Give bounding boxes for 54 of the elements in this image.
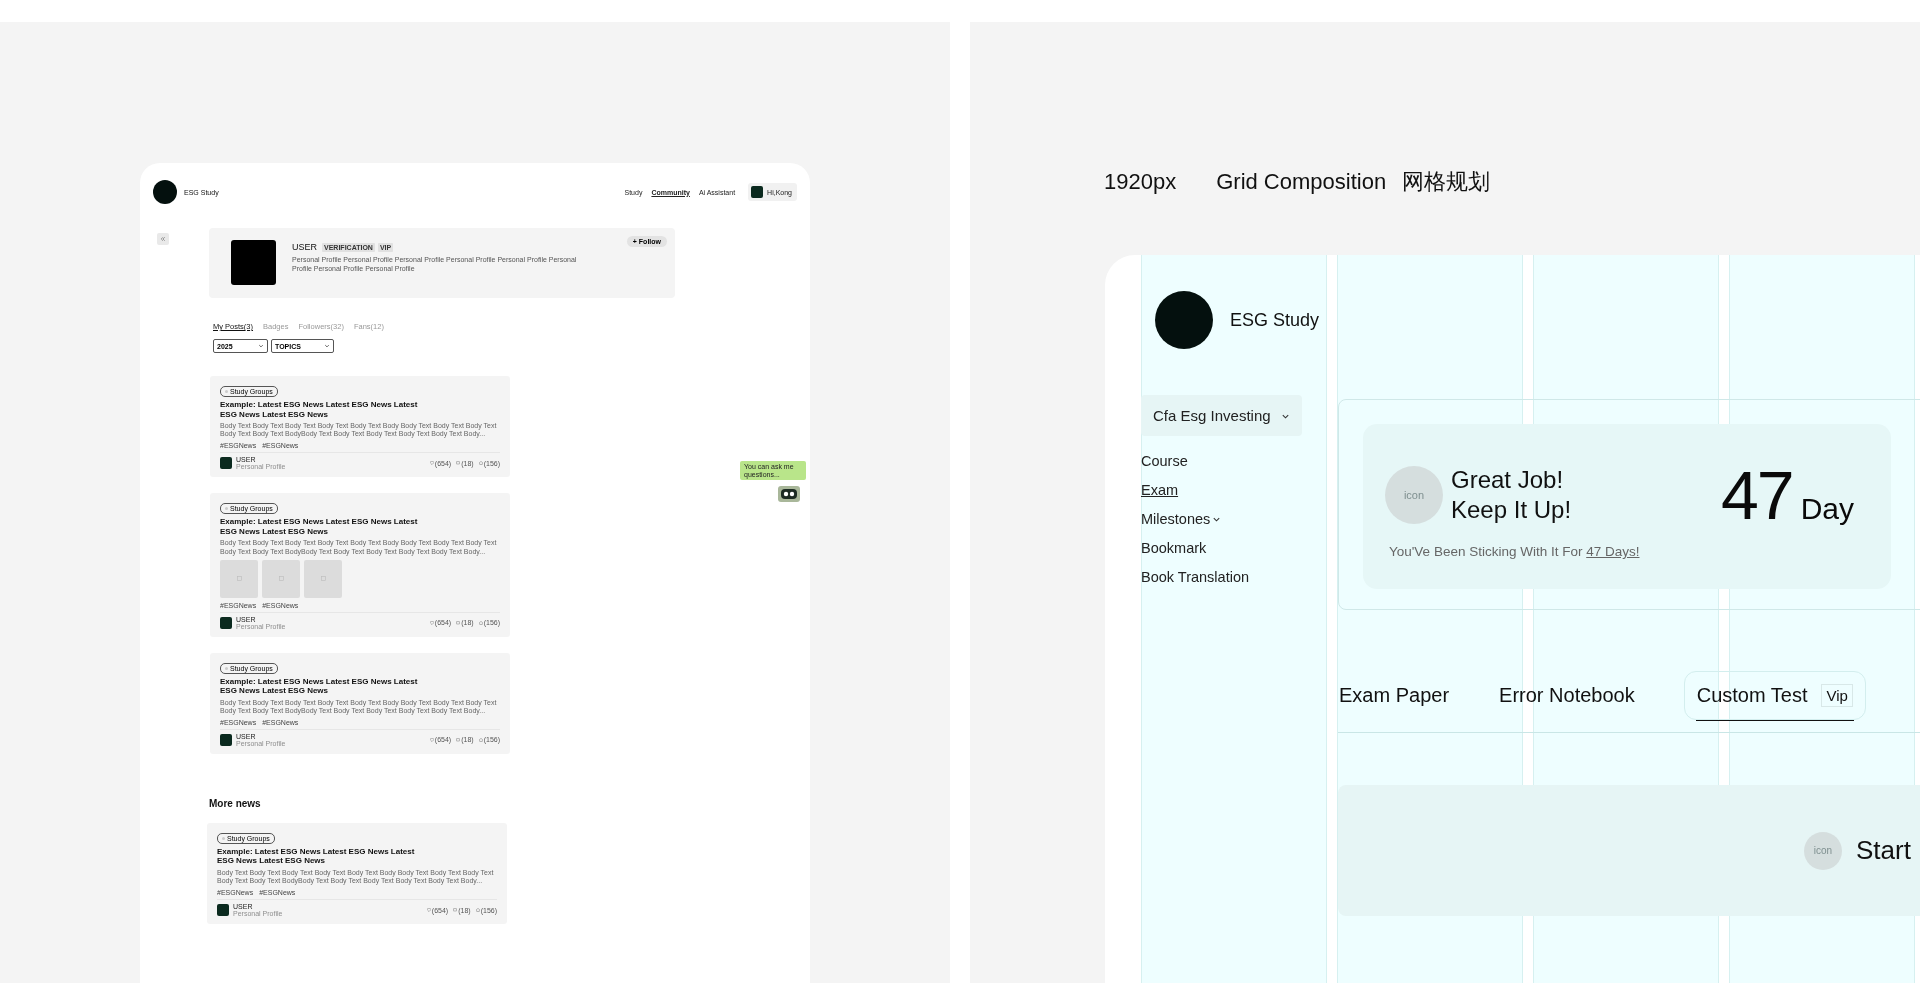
- chevron-icon: [1281, 412, 1290, 421]
- double-chevron-icon: [160, 236, 166, 242]
- author-avatar: [217, 904, 229, 917]
- menu-item[interactable]: Course: [1141, 453, 1327, 469]
- pentagon-icon: [478, 461, 483, 466]
- icon-label: icon: [1813, 845, 1833, 856]
- pentagon-icon: [475, 908, 480, 913]
- streak-title: Great Job! Keep It Up!: [1451, 465, 1573, 525]
- image-placeholder: [304, 559, 342, 598]
- menu-item[interactable]: Exam: [1141, 482, 1327, 498]
- chevron-icon: [258, 343, 264, 349]
- exam-tab[interactable]: Error Notebook: [1498, 671, 1636, 720]
- chevron-icon: [324, 343, 330, 349]
- icon-label: icon: [1403, 489, 1425, 501]
- brand-name: ESG Study: [1230, 309, 1320, 331]
- canvas-heading: 网格规划: [1402, 168, 1491, 196]
- menu-item[interactable]: Bookmark: [1141, 540, 1327, 556]
- heart-icon: [429, 461, 434, 466]
- canvas-heading: Grid Composition: [1216, 169, 1387, 195]
- author-avatar: [220, 457, 232, 470]
- streak-count: 47: [1721, 456, 1793, 534]
- comment-icon: [456, 461, 461, 466]
- start-label[interactable]: Start: [1856, 835, 1911, 866]
- heart-icon: [429, 737, 434, 742]
- profile-avatar: [231, 240, 276, 285]
- author-avatar: [220, 616, 232, 629]
- user-name: USER: [292, 242, 317, 252]
- streak-link[interactable]: 47 Days!: [1586, 544, 1640, 559]
- robot-icon[interactable]: [778, 486, 800, 502]
- streak-message: You'Ve Been Sticking With It For 47 Days!: [1389, 544, 1641, 559]
- exam-tab[interactable]: Exam Paper: [1338, 671, 1451, 720]
- post-title: Example: Latest ESG News Latest ESG News Latest ESG News Latest ESG News: [220, 400, 419, 420]
- heart-icon: [429, 620, 434, 625]
- comment-icon: [456, 737, 461, 742]
- pentagon-icon: [478, 737, 483, 742]
- course-dropdown[interactable]: Cfa Esg Investing: [1141, 395, 1302, 436]
- post-title: Example: Latest ESG News Latest ESG News Latest ESG News Latest ESG News: [217, 846, 416, 867]
- menu-item[interactable]: Book Translation: [1141, 569, 1327, 585]
- pentagon-icon: [478, 620, 483, 625]
- exam-tab[interactable]: Custom Test Vip: [1683, 671, 1866, 720]
- image-placeholder: [262, 559, 300, 598]
- vip-badge: Vip: [1821, 684, 1853, 707]
- image-placeholder: [220, 559, 258, 598]
- logo: [153, 180, 177, 204]
- streak-unit: Day: [1800, 492, 1854, 526]
- author-avatar: [220, 733, 232, 746]
- menu-item[interactable]: Milestones: [1141, 511, 1327, 527]
- post-title: Example: Latest ESG News Latest ESG News Latest ESG News Latest ESG News: [220, 517, 419, 537]
- heart-icon: [426, 908, 431, 913]
- comment-icon: [453, 908, 458, 913]
- comment-icon: [456, 620, 461, 625]
- section-title: More news: [209, 797, 262, 809]
- canvas-heading: 1920px: [1104, 169, 1177, 195]
- post-title: Example: Latest ESG News Latest ESG News Latest ESG News Latest ESG News: [220, 676, 419, 696]
